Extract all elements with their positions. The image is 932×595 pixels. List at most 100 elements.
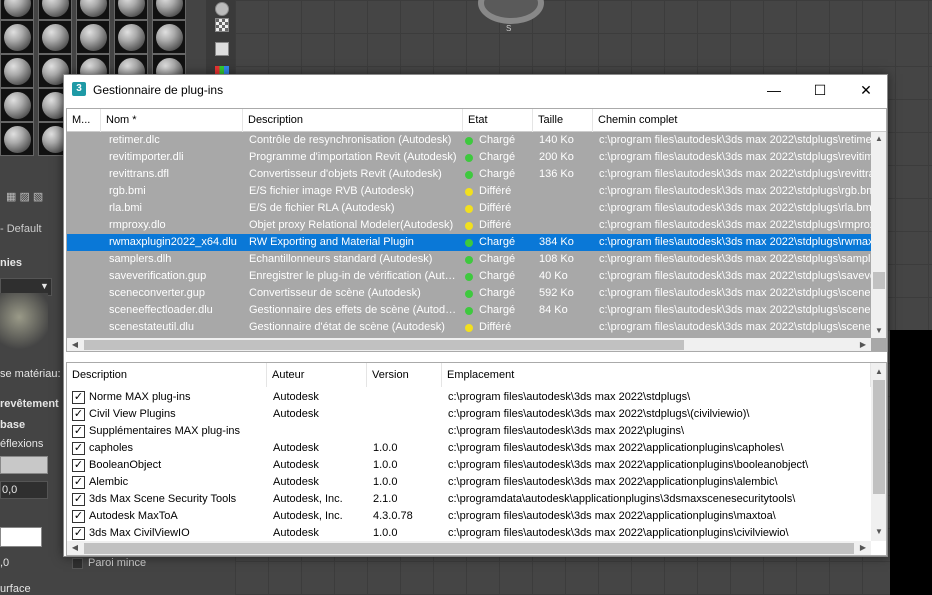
material-slot-sphere[interactable]: [152, 20, 186, 54]
material-slot-sphere[interactable]: [0, 54, 34, 88]
directory-checkbox[interactable]: ✓: [72, 527, 85, 540]
plugin-row[interactable]: rmproxy.dlo Objet proxy Relational Modele…: [67, 217, 871, 234]
plugin-state: Chargé: [479, 151, 516, 163]
scroll-left-arrow-icon[interactable]: ◀: [67, 338, 83, 351]
plugin-list[interactable]: M... Nom * Description Etat Taille Chemi…: [66, 108, 887, 352]
plugin-size: 140 Ko: [539, 134, 574, 146]
column-header-version[interactable]: Version: [367, 363, 442, 387]
column-header-marker[interactable]: M...: [67, 109, 101, 132]
column-header-author[interactable]: Auteur: [267, 363, 367, 387]
directory-row[interactable]: ✓ capholes Autodesk 1.0.0 c:\program files\a…: [67, 440, 871, 457]
background-checker-icon[interactable]: [215, 18, 229, 32]
plugin-path: c:\program files\autodesk\3ds max 2022\s…: [599, 287, 871, 299]
status-dot-icon: [465, 137, 473, 145]
plugin-row[interactable]: rgb.bmi E/S fichier image RVB (Autodesk) c…: [67, 183, 871, 200]
plugin-row[interactable]: sceneconverter.gup Convertisseur de scène…: [67, 285, 871, 302]
directory-checkbox[interactable]: ✓: [72, 442, 85, 455]
base-color-swatch[interactable]: [0, 456, 48, 474]
directory-location: c:\program files\autodesk\3ds max 2022\s…: [448, 391, 691, 403]
title-bar[interactable]: 3 Gestionnaire de plug-ins — ☐ ✕: [64, 75, 887, 105]
paroi-mince-checkbox[interactable]: [72, 558, 83, 569]
plugin-row[interactable]: sceneeffectloader.dlu Gestionnaire des ef…: [67, 302, 871, 319]
directory-checkbox[interactable]: ✓: [72, 476, 85, 489]
value-field-1-text: 0,0: [2, 484, 18, 496]
material-slot-sphere[interactable]: [152, 0, 186, 20]
backlight-icon[interactable]: [215, 42, 229, 56]
plugin-name: saveverification.gup: [109, 270, 207, 282]
plugin-row[interactable]: saveverification.gup Enregistrer le plug-…: [67, 268, 871, 285]
plugin-state: Chargé: [479, 270, 516, 282]
directory-row[interactable]: ✓ Alembic Autodesk 1.0.0 c:\program files\au…: [67, 474, 871, 491]
column-header-location[interactable]: Emplacement: [442, 363, 871, 387]
directory-row[interactable]: ✓ Civil View Plugins Autodesk c:\program fi…: [67, 406, 871, 423]
column-header-dir-description[interactable]: Description: [67, 363, 267, 387]
plugin-row[interactable]: scenestateutil.dlu Gestionnaire d'état de…: [67, 319, 871, 336]
scroll-thumb[interactable]: [873, 272, 885, 289]
directory-row[interactable]: ✓ 3ds Max CivilViewIO Autodesk 1.0.0 c:\prog…: [67, 525, 871, 542]
directory-row[interactable]: ✓ Norme MAX plug-ins Autodesk c:\program fi…: [67, 389, 871, 406]
plugin-description: Echantillonneurs standard (Autodesk): [249, 253, 433, 265]
material-slot-sphere[interactable]: [0, 88, 34, 122]
material-slot-sphere[interactable]: [0, 20, 34, 54]
plugin-directory-list[interactable]: Description Auteur Version Emplacement ✓…: [66, 362, 887, 556]
plugin-list-horizontal-scrollbar[interactable]: ◀ ▶: [67, 338, 871, 351]
color-swatch-white[interactable]: [0, 527, 42, 547]
column-header-name[interactable]: Nom *: [101, 109, 243, 132]
plugin-state: Chargé: [479, 287, 516, 299]
status-dot-icon: [465, 290, 473, 298]
material-slot-sphere[interactable]: [76, 0, 110, 20]
scroll-up-arrow-icon[interactable]: ▲: [871, 132, 886, 146]
directory-list-vertical-scrollbar[interactable]: ▲ ▼: [871, 363, 886, 541]
scroll-right-arrow-icon[interactable]: ▶: [855, 338, 871, 351]
material-slot-sphere[interactable]: [0, 122, 34, 156]
material-slot-sphere[interactable]: [38, 0, 72, 20]
scroll-up-arrow-icon[interactable]: ▲: [871, 365, 886, 379]
scroll-thumb[interactable]: [84, 543, 854, 554]
scroll-thumb[interactable]: [84, 340, 684, 350]
directory-row[interactable]: ✓ Autodesk MaxToA Autodesk, Inc. 4.3.0.78 c:…: [67, 508, 871, 525]
plugin-row[interactable]: samplers.dlh Echantillonneurs standard (A…: [67, 251, 871, 268]
color-channels-icon[interactable]: [215, 66, 229, 74]
plugin-row[interactable]: rwmaxplugin2022_x64.dlu RW Exporting and …: [67, 234, 871, 251]
scroll-down-arrow-icon[interactable]: ▼: [871, 525, 886, 539]
plugin-row[interactable]: rla.bmi E/S de fichier RLA (Autodesk) c:\p…: [67, 200, 871, 217]
plugin-row[interactable]: revittrans.dfl Convertisseur d'objets Rev…: [67, 166, 871, 183]
material-slot-sphere[interactable]: [38, 20, 72, 54]
scroll-left-arrow-icon[interactable]: ◀: [67, 541, 83, 555]
scroll-right-arrow-icon[interactable]: ▶: [855, 541, 871, 555]
directory-checkbox[interactable]: ✓: [72, 391, 85, 404]
column-header-path[interactable]: Chemin complet: [593, 109, 886, 132]
column-header-state[interactable]: Etat: [463, 109, 533, 132]
plugin-state: Chargé: [479, 168, 516, 180]
material-slot-sphere[interactable]: [114, 0, 148, 20]
plugin-list-vertical-scrollbar[interactable]: ▲ ▼: [871, 132, 886, 338]
column-header-description[interactable]: Description: [243, 109, 463, 132]
scroll-thumb[interactable]: [873, 380, 885, 494]
plugin-name: sceneeffectloader.dlu: [109, 304, 213, 316]
maximize-button[interactable]: ☐: [797, 75, 843, 105]
plugin-description: Contrôle de resynchronisation (Autodesk): [249, 134, 452, 146]
plugin-description: E/S fichier image RVB (Autodesk): [249, 185, 414, 197]
directory-list-horizontal-scrollbar[interactable]: ◀ ▶: [67, 541, 871, 555]
close-button[interactable]: ✕: [843, 75, 889, 105]
directory-row[interactable]: ✓ 3ds Max Scene Security Tools Autodesk, I…: [67, 491, 871, 508]
plugin-row[interactable]: retimer.dlc Contrôle de resynchronisation…: [67, 132, 871, 149]
minimize-button[interactable]: —: [751, 75, 797, 105]
directory-author: Autodesk, Inc.: [273, 510, 343, 522]
directory-row[interactable]: ✓ BooleanObject Autodesk 1.0.0 c:\program fi…: [67, 457, 871, 474]
directory-checkbox[interactable]: ✓: [72, 408, 85, 421]
directory-checkbox[interactable]: ✓: [72, 493, 85, 506]
scroll-down-arrow-icon[interactable]: ▼: [871, 324, 886, 338]
material-slot-sphere[interactable]: [76, 20, 110, 54]
material-slot-sphere[interactable]: [114, 20, 148, 54]
directory-checkbox[interactable]: ✓: [72, 510, 85, 523]
directory-checkbox[interactable]: ✓: [72, 425, 85, 438]
sample-type-icon[interactable]: [215, 2, 229, 16]
material-slot-sphere[interactable]: [0, 0, 34, 20]
directory-checkbox[interactable]: ✓: [72, 459, 85, 472]
column-header-size[interactable]: Taille: [533, 109, 593, 132]
directory-row[interactable]: ✓ Supplémentaires MAX plug-ins c:\program …: [67, 423, 871, 440]
plugin-size: [539, 319, 589, 336]
plugin-description: Gestionnaire des effets de scène (Autod…: [249, 304, 457, 316]
plugin-row[interactable]: revitimporter.dli Programme d'importation…: [67, 149, 871, 166]
